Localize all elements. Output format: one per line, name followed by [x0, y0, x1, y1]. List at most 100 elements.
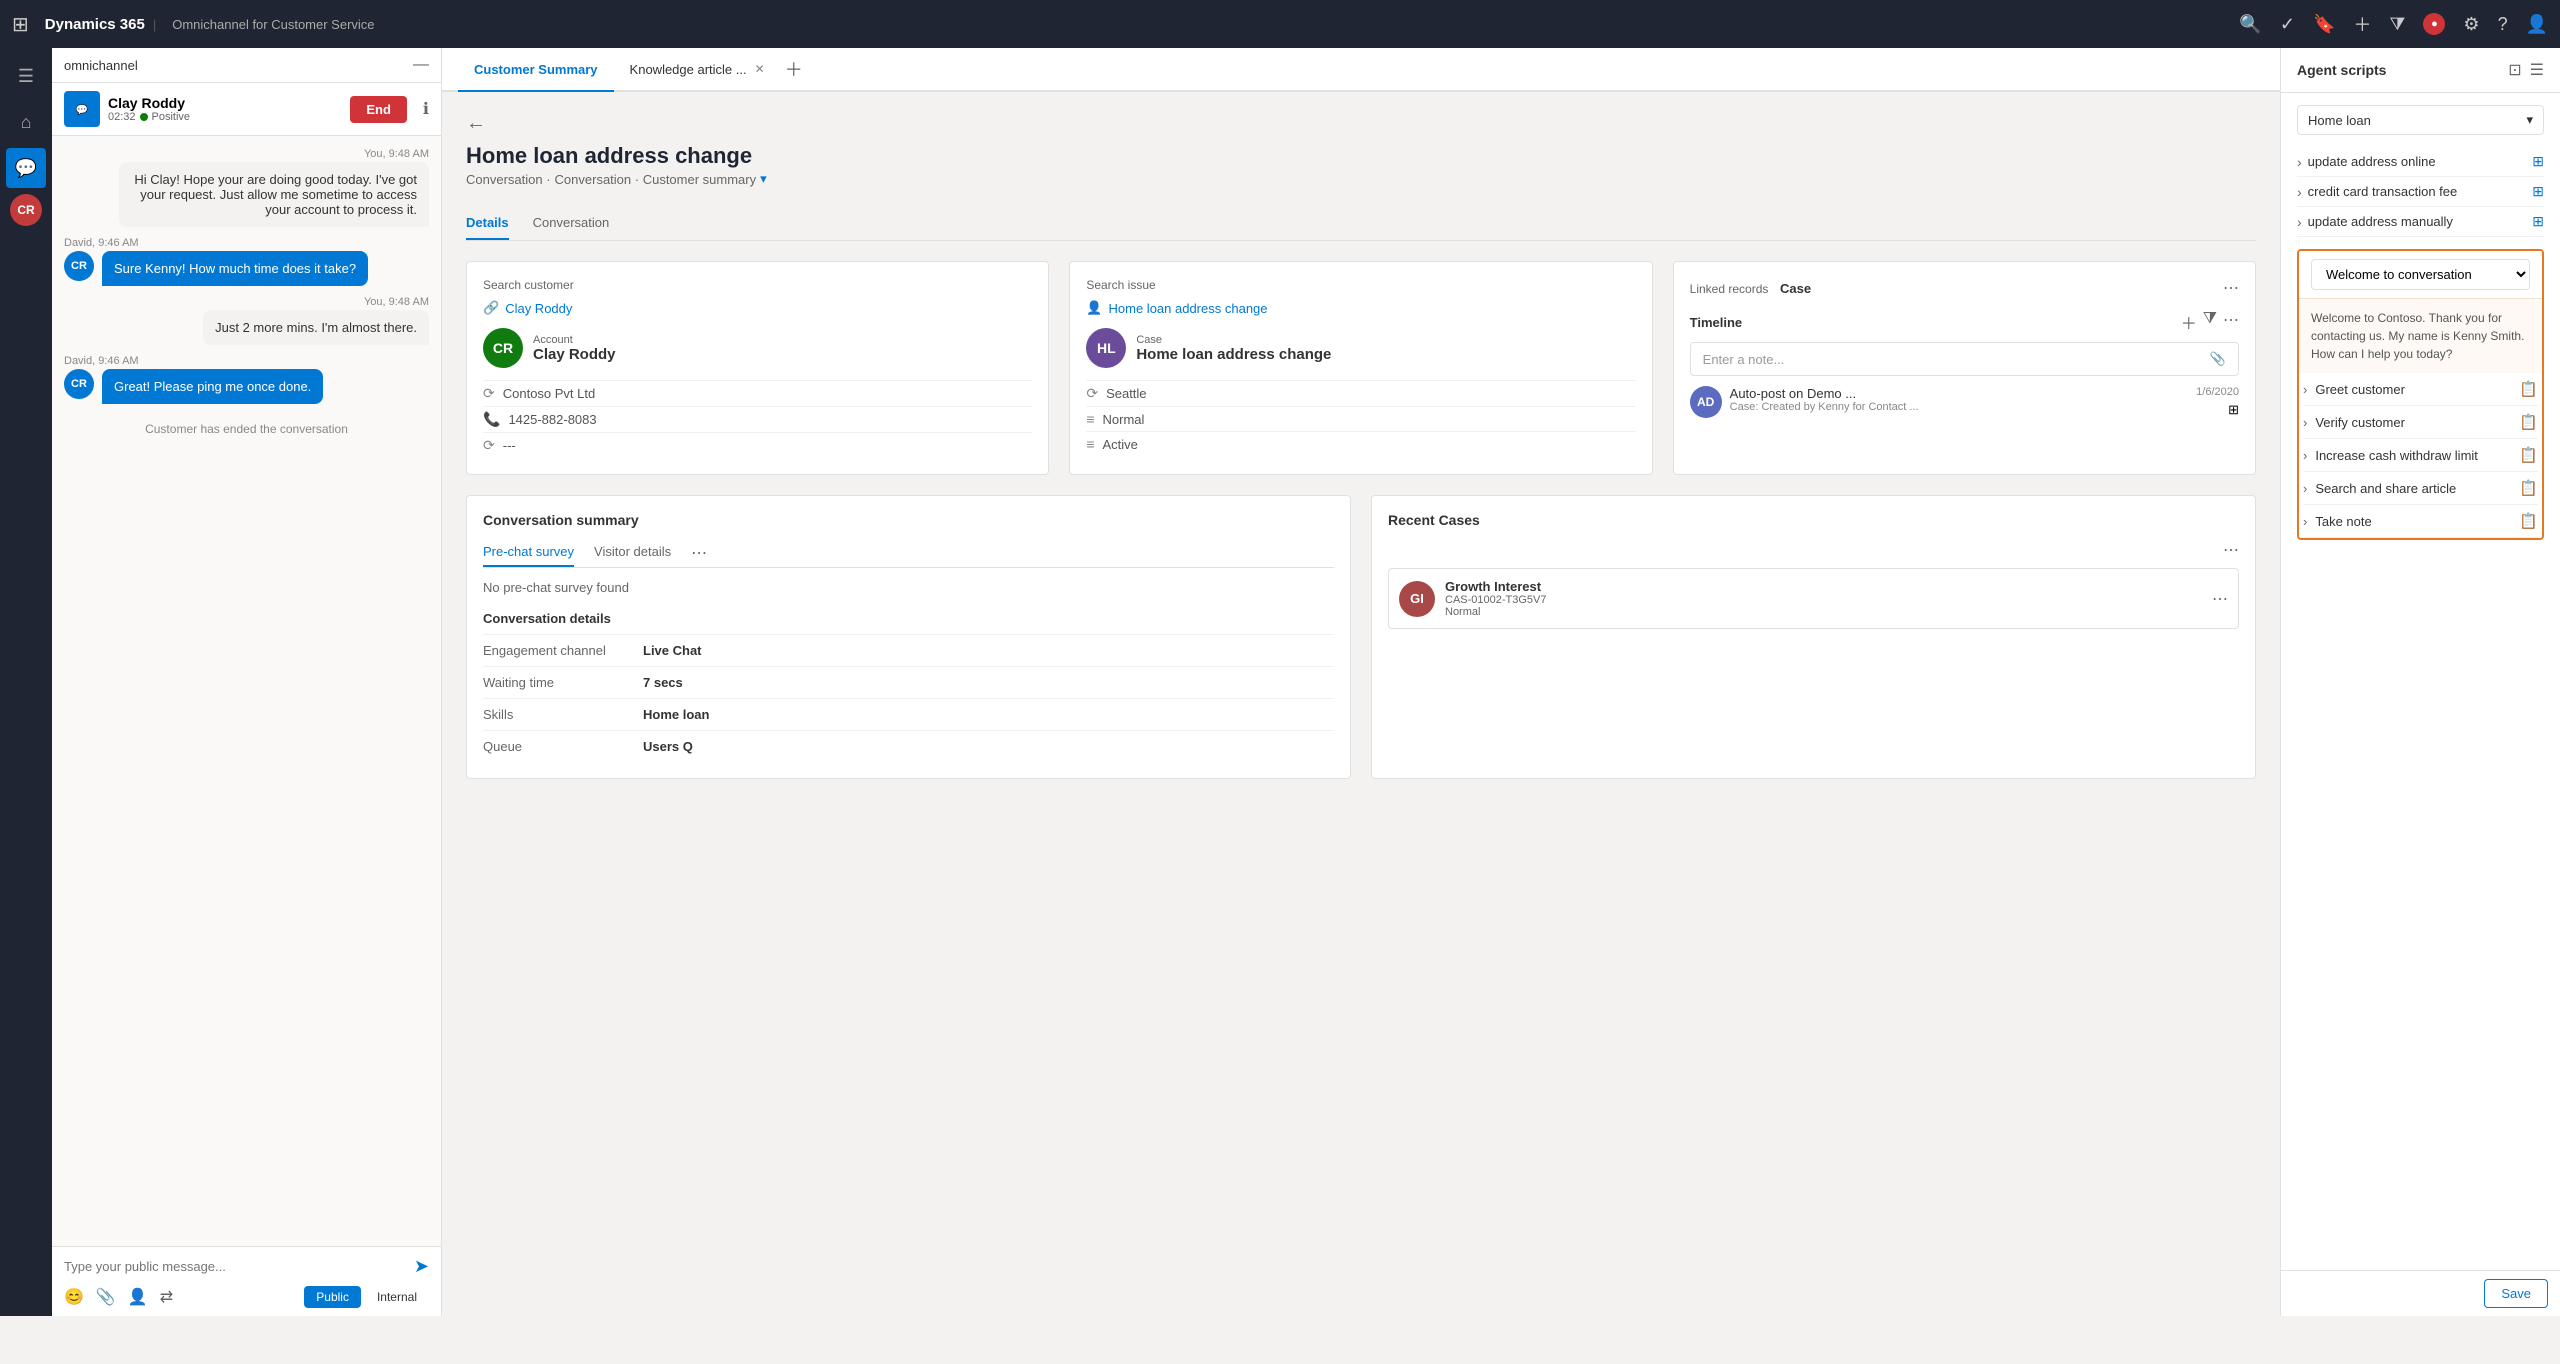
conv-tabs-more-icon[interactable]: ⋯ [691, 543, 707, 563]
script-item-credit-card[interactable]: › credit card transaction fee ⊞ [2297, 177, 2544, 207]
issue-link[interactable]: 👤 Home loan address change [1086, 300, 1635, 316]
circle-icon: ⟳ [483, 437, 495, 454]
tab-knowledge-article[interactable]: Knowledge article ... ✕ [614, 48, 781, 92]
action-script-icon[interactable]: 📋 [2519, 446, 2538, 464]
status-icon: ≡ [1086, 436, 1094, 452]
plus-icon[interactable]: ＋ [2353, 11, 2371, 37]
emoji-icon[interactable]: 😊 [64, 1287, 84, 1307]
tab-add-icon[interactable]: ＋ [785, 56, 803, 82]
minimize-button[interactable]: — [413, 56, 429, 74]
user-icon[interactable]: 👤 [2526, 14, 2548, 35]
app-name: Dynamics 365 [45, 16, 145, 33]
attachment-note-icon[interactable]: 📎 [2210, 351, 2226, 367]
greet-customer-action[interactable]: › Greet customer 📋 [2303, 373, 2538, 406]
increase-cash-action[interactable]: › Increase cash withdraw limit 📋 [2303, 439, 2538, 472]
timeline-item-date: 1/6/2020 [2196, 386, 2239, 398]
chat-icon[interactable]: 💬 [6, 148, 46, 188]
panel-expand-icon[interactable]: ⊡ [2508, 60, 2521, 80]
help-icon[interactable]: ? [2498, 14, 2508, 35]
menu-icon[interactable]: ☰ [6, 56, 46, 96]
transfer-icon[interactable]: ⇄ [160, 1287, 173, 1307]
no-survey-msg: No pre-chat survey found [483, 580, 1334, 595]
msg-timestamp: David, 9:46 AM [64, 237, 429, 249]
msg-bubble: Hi Clay! Hope your are doing good today.… [119, 162, 429, 227]
end-button[interactable]: End [350, 96, 407, 123]
notification-badge[interactable]: ● [2423, 13, 2445, 35]
action-script-icon[interactable]: 📋 [2519, 512, 2538, 530]
pre-chat-tab[interactable]: Pre-chat survey [483, 538, 574, 567]
send-icon[interactable]: ➤ [414, 1256, 429, 1277]
conv-summary-title: Conversation summary [483, 512, 1334, 528]
chat-input-area: ➤ 😊 📎 👤 ⇄ Public Internal [52, 1246, 441, 1316]
contact-name: Clay Roddy [108, 95, 190, 111]
action-script-icon[interactable]: 📋 [2519, 380, 2538, 398]
details-tab[interactable]: Details [466, 207, 509, 240]
timeline-more-icon[interactable]: ⋯ [2223, 310, 2239, 334]
panel-list-icon[interactable]: ☰ [2530, 60, 2544, 80]
recent-cases-card: Recent Cases ⋯ GI Growth Interest CAS-01… [1371, 495, 2256, 779]
msg-bubble: Sure Kenny! How much time does it take? [102, 251, 368, 286]
welcome-select[interactable]: Welcome to conversation [2311, 259, 2530, 290]
checkmark-icon[interactable]: ✓ [2280, 14, 2295, 35]
info-icon[interactable]: ℹ [423, 99, 429, 119]
filter-icon[interactable]: ⧩ [2389, 14, 2405, 35]
timeline-filter-icon[interactable]: ⧩ [2203, 310, 2217, 334]
visitor-details-tab[interactable]: Visitor details [594, 538, 671, 567]
action-script-icon[interactable]: 📋 [2519, 479, 2538, 497]
sidebar-avatar[interactable]: CR [10, 194, 42, 226]
msg-timestamp: You, 9:48 AM [64, 296, 429, 308]
timeline-title: Timeline [1690, 315, 1743, 330]
tab-close-icon[interactable]: ✕ [755, 62, 765, 76]
link-tools-icon[interactable]: ⋯ [2223, 278, 2239, 298]
search-icon[interactable]: 🔍 [2239, 14, 2261, 35]
script-copy-icon[interactable]: ⊞ [2532, 183, 2544, 200]
tab-customer-summary[interactable]: Customer Summary [458, 48, 614, 92]
person-icon[interactable]: 👤 [128, 1287, 148, 1307]
action-script-icon[interactable]: 📋 [2519, 413, 2538, 431]
action-arrow-icon: › [2303, 481, 2307, 496]
script-copy-icon[interactable]: ⊞ [2532, 153, 2544, 170]
msg-timestamp: You, 9:48 AM [64, 148, 429, 160]
search-share-action[interactable]: › Search and share article 📋 [2303, 472, 2538, 505]
timeline-expand-icon[interactable]: ⊞ [2228, 402, 2239, 418]
back-button[interactable]: ← [466, 112, 486, 135]
skills-row: Skills Home loan [483, 698, 1334, 730]
chat-input[interactable] [64, 1255, 414, 1278]
content-area: ← Home loan address change Conversation … [442, 92, 2280, 1316]
waffle-icon[interactable]: ⊞ [12, 12, 29, 37]
attachment-icon[interactable]: 📎 [96, 1287, 116, 1307]
customer-link[interactable]: 🔗 Clay Roddy [483, 300, 1032, 316]
omni-label: omnichannel [64, 58, 138, 73]
script-copy-icon[interactable]: ⊞ [2532, 213, 2544, 230]
timeline-add-icon[interactable]: ＋ [2181, 310, 2197, 334]
conversation-summary-card: Conversation summary Pre-chat survey Vis… [466, 495, 1351, 779]
contact-status: Positive [152, 111, 191, 123]
msg-timestamp: David, 9:46 AM [64, 355, 429, 367]
section-tabs: Details Conversation [466, 207, 2256, 241]
bookmark-icon[interactable]: 🔖 [2313, 14, 2335, 35]
script-item-update-manual[interactable]: › update address manually ⊞ [2297, 207, 2544, 237]
timeline-note[interactable]: Enter a note... 📎 [1690, 342, 2239, 376]
search-issue-label: Search issue [1086, 278, 1635, 292]
dropdown-chevron-icon: ▾ [2526, 112, 2533, 128]
script-dropdown[interactable]: Home loan ▾ [2297, 105, 2544, 135]
script-item-update-online[interactable]: › update address online ⊞ [2297, 147, 2544, 177]
msg-avatar: CR [64, 251, 94, 281]
status-row: ≡ Active [1086, 431, 1635, 456]
recent-cases-title: Recent Cases [1388, 512, 2239, 528]
internal-tab[interactable]: Internal [365, 1286, 429, 1308]
priority-row: ≡ Normal [1086, 406, 1635, 431]
take-note-action[interactable]: › Take note 📋 [2303, 505, 2538, 538]
case-more-icon[interactable]: ⋯ [2212, 589, 2228, 609]
recent-case-item[interactable]: GI Growth Interest CAS-01002-T3G5V7 Norm… [1388, 568, 2239, 629]
home-icon[interactable]: ⌂ [6, 102, 46, 142]
settings-icon[interactable]: ⚙ [2463, 14, 2479, 35]
subtitle-chevron-icon[interactable]: ▾ [760, 171, 767, 187]
conversation-tab[interactable]: Conversation [533, 207, 610, 240]
save-button[interactable]: Save [2484, 1279, 2548, 1308]
recent-more-icon[interactable]: ⋯ [2223, 540, 2239, 560]
agent-scripts-panel: Agent scripts ⊡ ☰ Home loan ▾ › update a… [2280, 48, 2560, 1316]
agent-scripts-header: Agent scripts ⊡ ☰ [2281, 48, 2560, 93]
verify-customer-action[interactable]: › Verify customer 📋 [2303, 406, 2538, 439]
public-tab[interactable]: Public [304, 1286, 361, 1308]
